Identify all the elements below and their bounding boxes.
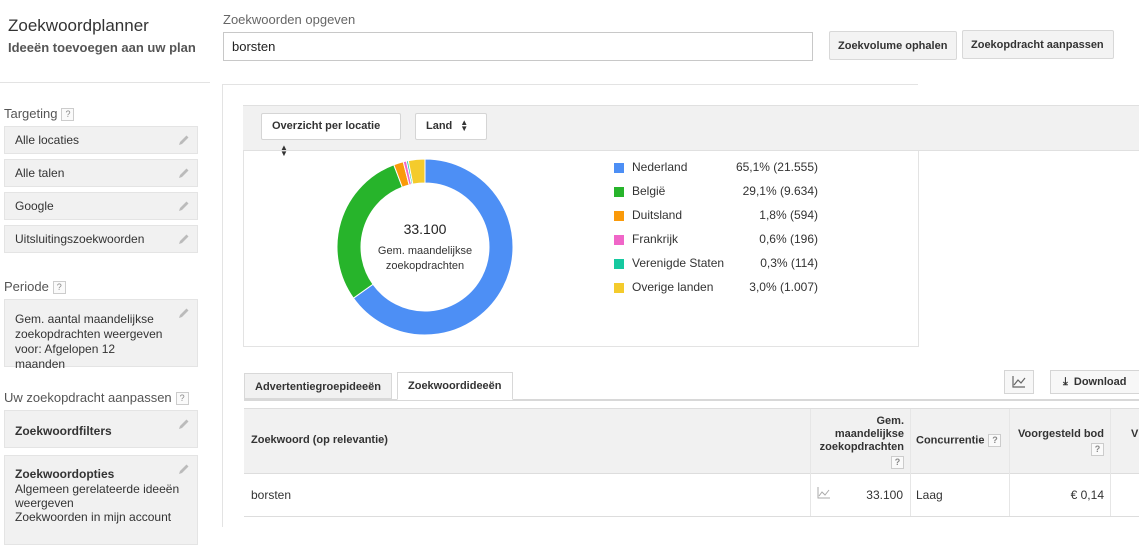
period-text: Gem. aantal maandelijkse zoekopdrachten … xyxy=(15,312,163,371)
column-header-keyword[interactable]: Zoekwoord (op relevantie) xyxy=(251,434,388,446)
legend-item: Duitsland 1,8% (594) xyxy=(614,208,818,224)
targeting-heading: Targeting? xyxy=(4,106,75,122)
keywords-input[interactable] xyxy=(223,32,813,61)
targeting-item-label: Google xyxy=(15,199,54,213)
keywords-label: Zoekwoorden opgeven xyxy=(223,12,356,27)
pencil-icon[interactable] xyxy=(178,134,190,146)
legend-value: 3,0% (1.007) xyxy=(749,280,818,294)
donut-center-value: 33.100 xyxy=(403,221,447,237)
targeting-item-negative-keywords[interactable]: Uitsluitingszoekwoorden xyxy=(4,225,198,253)
sidebar-divider xyxy=(222,84,223,527)
targeting-item-label: Alle talen xyxy=(15,166,65,180)
tab-ad-group-ideas[interactable]: Advertentiegroepideeën xyxy=(244,373,392,399)
pencil-icon[interactable] xyxy=(178,233,190,245)
legend-item: Verenigde Staten 0,3% (114) xyxy=(614,256,818,272)
level-select[interactable]: Land ▲ ▼ xyxy=(415,113,487,140)
targeting-item-network[interactable]: Google xyxy=(4,192,198,220)
keyword-options-line: Zoekwoorden in mijn account xyxy=(15,510,172,524)
legend-value: 29,1% (9.634) xyxy=(742,184,818,198)
keyword-filters-label: Zoekwoordfilters xyxy=(15,424,112,438)
breakdown-select[interactable]: Overzicht per locatie ▲ ▼ xyxy=(261,113,401,158)
column-divider xyxy=(910,409,911,516)
download-button[interactable]: ⤓ Download xyxy=(1050,370,1139,394)
line-chart-icon xyxy=(1012,376,1026,388)
download-icon: ⤓ xyxy=(1063,376,1068,388)
panel-left-border xyxy=(243,151,244,347)
legend-item: Overige landen 3,0% (1.007) xyxy=(614,280,818,296)
period-heading-label: Periode xyxy=(4,279,49,294)
customize-heading: Uw zoekopdracht aanpassen? xyxy=(4,390,189,406)
keyword-options-box[interactable]: Zoekwoordopties Algemeen gerelateerde id… xyxy=(4,455,198,545)
trend-chart-icon[interactable] xyxy=(816,486,832,500)
keyword-filters-box[interactable]: Zoekwoordfilters xyxy=(4,410,198,448)
header-divider-right xyxy=(222,84,918,85)
help-icon[interactable]: ? xyxy=(988,434,1002,447)
legend-value: 0,6% (196) xyxy=(759,232,818,246)
keyword-options-label: Zoekwoordopties xyxy=(15,467,115,481)
help-icon[interactable]: ? xyxy=(61,108,75,122)
modify-search-button[interactable]: Zoekopdracht aanpassen xyxy=(962,30,1114,59)
targeting-item-label: Uitsluitingszoekwoorden xyxy=(15,232,145,246)
help-icon[interactable]: ? xyxy=(175,392,189,406)
help-icon[interactable]: ? xyxy=(1091,443,1104,456)
competition-cell: Laag xyxy=(916,488,943,502)
column-header-competition[interactable]: Concurrentie? xyxy=(916,434,1002,447)
page-title: Zoekwoordplanner xyxy=(8,16,149,35)
pencil-icon[interactable] xyxy=(178,307,190,319)
targeting-heading-label: Targeting xyxy=(4,106,58,121)
sort-arrows-icon: ▲ ▼ xyxy=(460,118,469,134)
column-header-avg-searches[interactable]: Gem. maandelijkse zoekopdrachten? xyxy=(808,415,904,469)
table-row-divider xyxy=(244,516,1139,517)
period-heading: Periode? xyxy=(4,279,66,295)
customize-heading-label: Uw zoekopdracht aanpassen xyxy=(4,390,172,405)
column-header-truncated[interactable]: V xyxy=(1131,428,1138,440)
column-divider xyxy=(810,409,811,516)
column-divider xyxy=(1009,409,1010,516)
chart-legend: Nederland 65,1% (21.555) België 29,1% (9.63… xyxy=(614,160,824,310)
legend-value: 65,1% (21.555) xyxy=(735,160,818,174)
header-divider-left xyxy=(0,82,210,83)
column-header-suggested-bid-label: Voorgesteld bod xyxy=(1018,428,1104,440)
page-subtitle: Ideeën toevoegen aan uw plan xyxy=(8,40,196,55)
sort-arrows-icon: ▲ ▼ xyxy=(280,143,288,159)
pencil-icon[interactable] xyxy=(178,167,190,179)
keyword-cell: borsten xyxy=(251,488,292,502)
pencil-icon[interactable] xyxy=(178,418,190,430)
download-label: Download xyxy=(1073,376,1127,388)
targeting-item-locations[interactable]: Alle locaties xyxy=(4,126,198,154)
get-search-volume-button[interactable]: Zoekvolume ophalen xyxy=(829,31,957,60)
targeting-item-label: Alle locaties xyxy=(15,133,80,147)
column-divider xyxy=(1110,409,1111,516)
legend-item: Frankrijk 0,6% (196) xyxy=(614,232,818,248)
level-select-label: Land xyxy=(426,120,453,132)
tabs-underline xyxy=(244,399,1139,401)
legend-item: België 29,1% (9.634) xyxy=(614,184,818,200)
breakdown-select-label: Overzicht per locatie xyxy=(272,120,381,132)
targeting-item-languages[interactable]: Alle talen xyxy=(4,159,198,187)
help-icon[interactable]: ? xyxy=(891,456,904,469)
suggested-bid-cell: € 0,14 xyxy=(1070,488,1104,502)
column-header-competition-label: Concurrentie xyxy=(916,434,985,447)
help-icon[interactable]: ? xyxy=(52,281,66,295)
donut-center-label: Gem. maandelijkse zoekopdrachten xyxy=(377,245,473,272)
panel-right-border xyxy=(918,151,919,347)
pencil-icon[interactable] xyxy=(178,463,190,475)
column-header-suggested-bid[interactable]: Voorgesteld bod? xyxy=(1012,428,1104,456)
legend-value: 0,3% (114) xyxy=(760,256,818,270)
chart-toggle-button[interactable] xyxy=(1004,370,1034,394)
avg-searches-cell: 33.100 xyxy=(866,488,903,502)
legend-value: 1,8% (594) xyxy=(759,208,818,222)
period-box[interactable]: Gem. aantal maandelijkse zoekopdrachten … xyxy=(4,299,198,371)
panel-bottom-border xyxy=(243,346,918,347)
keyword-options-line: Algemeen gerelateerde ideeën weergeven xyxy=(15,482,180,510)
pencil-icon[interactable] xyxy=(178,200,190,212)
legend-item: Nederland 65,1% (21.555) xyxy=(614,160,818,176)
tab-keyword-ideas[interactable]: Zoekwoordideeën xyxy=(397,372,513,400)
column-header-avg-searches-label: Gem. maandelijkse zoekopdrachten xyxy=(819,415,904,453)
